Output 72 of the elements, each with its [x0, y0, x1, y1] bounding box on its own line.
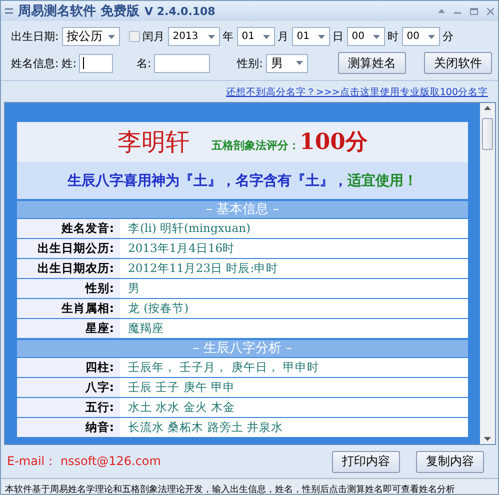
dropdown[interactable]: 01 — [236, 27, 275, 46]
window-title: 周易测名软件 免费版 — [18, 3, 140, 20]
info-value: 壬辰年， 壬子月， 庚午日， 甲申时 — [120, 358, 468, 377]
caret-icon — [108, 34, 115, 38]
close-icon[interactable] — [487, 8, 494, 14]
info-value: 男 — [120, 279, 468, 298]
info-value: 魔羯座 — [120, 319, 468, 338]
status-text: 本软件基于周易姓名学理论和五格剖象法理论开发，输入出生信息，姓名，性别后点击测算姓名即可查看姓名分析 — [5, 482, 455, 494]
dropdown[interactable]: 00 — [346, 27, 385, 46]
info-value: 水土 水水 金火 木金 — [120, 398, 468, 417]
calculate-button[interactable]: 测算姓名 — [338, 52, 406, 74]
caret-icon — [262, 34, 270, 38]
info-value: 李(li) 明轩(mingxuan) — [120, 219, 468, 238]
surname-field[interactable] — [79, 54, 114, 72]
print-button[interactable]: 打印内容 — [332, 450, 400, 472]
caret-icon — [318, 34, 325, 38]
info-label: 四柱: — [17, 358, 120, 377]
info-label: 星座: — [17, 319, 120, 338]
info-label: 五行: — [17, 398, 120, 417]
collapse-icon[interactable] — [438, 9, 445, 13]
score-label: 五格剖象法评分： — [212, 139, 300, 152]
caret-icon — [208, 34, 215, 38]
info-label: 出生日期公历: — [17, 239, 120, 258]
dropdown[interactable]: 男 — [266, 54, 308, 72]
verdict-note: 适宜使用！ — [348, 172, 418, 190]
caret-icon — [428, 34, 435, 38]
info-label: 出生日期农历: — [17, 259, 120, 278]
field-label: 出生日期: — [11, 29, 59, 44]
scroll-thumb[interactable] — [482, 118, 493, 150]
section-header: – 生辰八字分析 – — [17, 340, 468, 357]
copy-button[interactable]: 复制内容 — [416, 450, 484, 472]
info-label: 生肖属相: — [17, 299, 120, 318]
scrollbar[interactable] — [480, 103, 495, 444]
unit-label: 年 — [222, 29, 234, 44]
maximize-icon[interactable] — [470, 8, 478, 14]
unit-label: 月 — [278, 29, 289, 44]
email-text: E-mail： nssoft@126.com — [7, 453, 161, 470]
dropdown[interactable]: 按公历 — [62, 27, 120, 46]
caret-icon — [296, 61, 303, 65]
unit-label: 时 — [388, 29, 399, 44]
dropdown[interactable]: 00 — [402, 27, 440, 46]
checkbox[interactable] — [128, 31, 140, 42]
promo-link[interactable]: 还想不到高分名字？>>>点击这里使用专业版取100分名字 — [226, 87, 488, 98]
info-label: 姓名发音: — [17, 219, 120, 238]
score-value: 100分 — [300, 129, 368, 155]
dropdown[interactable]: 2013 — [168, 27, 220, 46]
menu-icon[interactable] — [5, 8, 13, 14]
info-value: 2013年1月4日16时 — [120, 239, 468, 258]
info-value: 壬辰 壬子 庚午 甲申 — [120, 378, 468, 397]
section-header: – 基本信息 – — [17, 201, 468, 218]
scroll-up-icon[interactable] — [484, 106, 491, 110]
field-label: 姓名信息: — [11, 56, 59, 70]
checkbox-label: 闰月 — [142, 29, 165, 44]
close-app-button[interactable]: 关闭软件 — [424, 52, 492, 74]
version-label: V 2.4.0.108 — [144, 4, 216, 18]
scroll-down-icon[interactable] — [484, 437, 491, 441]
field-label: 姓: — [62, 56, 76, 70]
info-value: 龙 (按春节) — [120, 299, 468, 318]
info-value: 2012年11月23日 时辰:申时 — [120, 259, 468, 278]
info-value: 长流水 桑柘木 路旁土 井泉水 — [120, 418, 468, 437]
unit-label: 日 — [332, 29, 344, 44]
field-label: 名: — [136, 56, 152, 70]
unit-label: 分 — [442, 29, 454, 44]
info-label: 纳音: — [17, 418, 120, 437]
caret-icon — [372, 34, 380, 38]
info-label: 性别: — [17, 279, 120, 298]
field-label: 性别: — [237, 56, 263, 70]
person-name: 李明轩 — [118, 127, 190, 158]
verdict-text: 生辰八字喜用神为『土』，名字含有『土』， — [68, 172, 348, 190]
given-name-field[interactable] — [154, 54, 210, 72]
info-label: 八字: — [17, 378, 120, 397]
dropdown[interactable]: 01 — [292, 27, 330, 46]
